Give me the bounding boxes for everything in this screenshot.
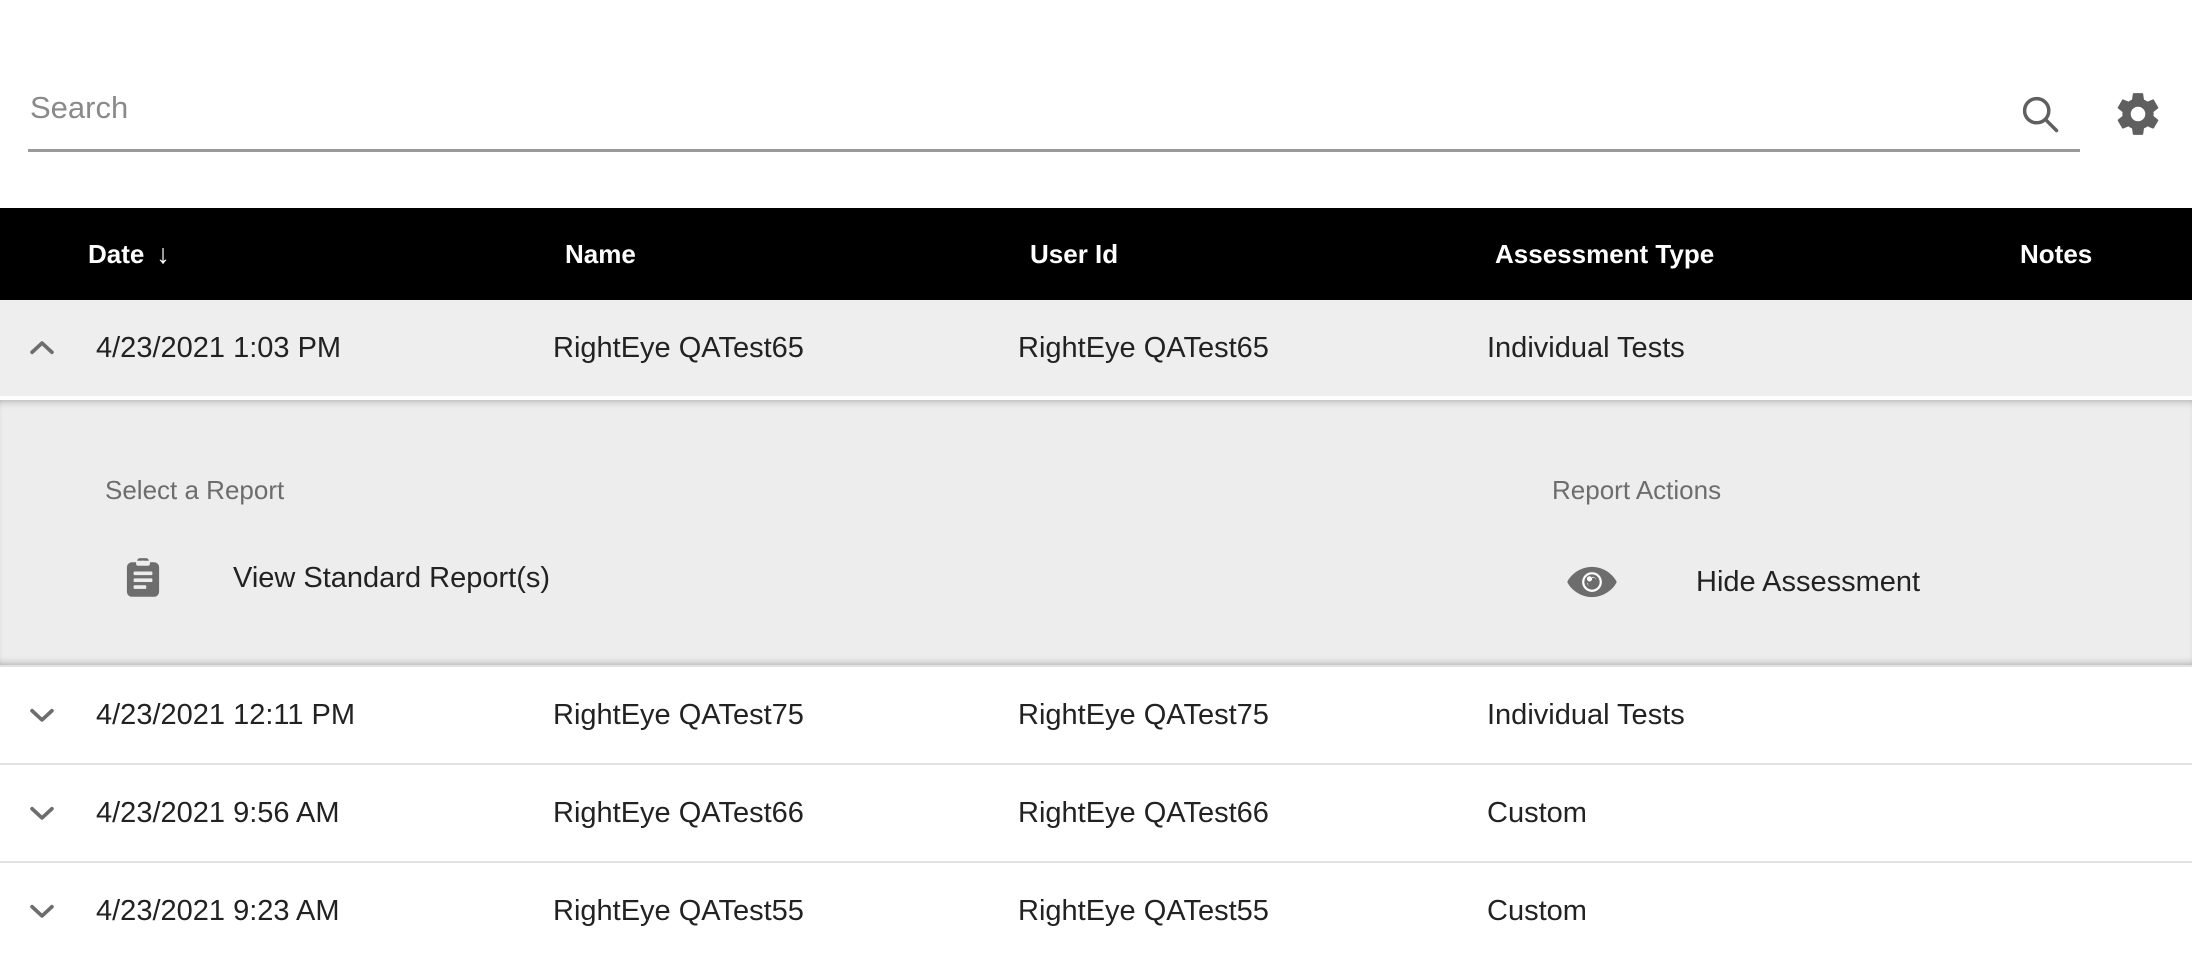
search-icon [2018, 92, 2062, 136]
cell-name: RightEye QATest75 [553, 698, 804, 731]
view-standard-reports-button[interactable]: View Standard Report(s) [120, 555, 550, 601]
select-a-report-label: Select a Report [105, 475, 285, 505]
table-row[interactable]: 4/23/2021 9:56 AM RightEye QATest66 Righ… [0, 765, 2192, 861]
search-toolbar [0, 0, 2192, 208]
row-expand-toggle[interactable] [14, 863, 70, 958]
clipboard-icon [120, 555, 166, 601]
table-header: Date ↓ Name User Id Assessment Type Note… [0, 208, 2192, 300]
cell-user-id: RightEye QATest66 [1018, 796, 1269, 829]
chevron-down-icon [25, 698, 59, 732]
cell-date: 4/23/2021 9:56 AM [96, 796, 340, 829]
report-actions-label: Report Actions [1552, 475, 1722, 505]
column-header-date[interactable]: Date ↓ [88, 208, 170, 300]
table-row[interactable]: 4/23/2021 9:23 AM RightEye QATest55 Righ… [0, 863, 2192, 958]
column-header-assessment-type[interactable]: Assessment Type [1495, 208, 1714, 300]
cell-date: 4/23/2021 1:03 PM [96, 331, 342, 364]
cell-assessment-type: Custom [1487, 796, 1587, 829]
chevron-down-icon [25, 796, 59, 830]
cell-user-id: RightEye QATest65 [1018, 331, 1269, 364]
eye-icon [1565, 555, 1619, 609]
assessment-list-page: Date ↓ Name User Id Assessment Type Note… [0, 0, 2192, 958]
chevron-down-icon [25, 894, 59, 928]
gear-icon [2113, 89, 2163, 139]
column-header-notes[interactable]: Notes [2020, 208, 2092, 300]
row-collapse-toggle[interactable] [14, 300, 70, 396]
column-header-user-id[interactable]: User Id [1030, 208, 1118, 300]
search-field[interactable] [28, 88, 2080, 152]
view-standard-reports-label: View Standard Report(s) [233, 561, 551, 594]
cell-name: RightEye QATest66 [553, 796, 804, 829]
cell-assessment-type: Individual Tests [1487, 698, 1685, 731]
cell-name: RightEye QATest55 [553, 894, 804, 927]
cell-assessment-type: Individual Tests [1487, 331, 1685, 364]
sort-descending-icon[interactable]: ↓ [156, 240, 170, 268]
row-expand-toggle[interactable] [14, 667, 70, 763]
row-expand-toggle[interactable] [14, 765, 70, 861]
cell-user-id: RightEye QATest55 [1018, 894, 1269, 927]
cell-assessment-type: Custom [1487, 894, 1587, 927]
search-input[interactable] [28, 88, 2080, 138]
settings-button[interactable] [2108, 84, 2168, 144]
column-header-date-label: Date [88, 238, 145, 269]
search-button[interactable] [2012, 86, 2068, 142]
cell-date: 4/23/2021 9:23 AM [96, 894, 340, 927]
chevron-up-icon [25, 331, 59, 365]
row-detail-panel: Select a Report View Standard Report(s) … [0, 400, 2192, 958]
cell-date: 4/23/2021 12:11 PM [96, 698, 356, 731]
column-header-name[interactable]: Name [565, 208, 636, 300]
cell-user-id: RightEye QATest75 [1018, 698, 1269, 731]
table-row[interactable]: 4/23/2021 12:11 PM RightEye QATest75 Rig… [0, 667, 2192, 763]
hide-assessment-label: Hide Assessment [1696, 565, 1921, 598]
hide-assessment-button[interactable]: Hide Assessment [1565, 555, 1920, 609]
cell-name: RightEye QATest65 [553, 331, 804, 364]
table-row[interactable]: 4/23/2021 1:03 PM RightEye QATest65 Righ… [0, 300, 2192, 396]
